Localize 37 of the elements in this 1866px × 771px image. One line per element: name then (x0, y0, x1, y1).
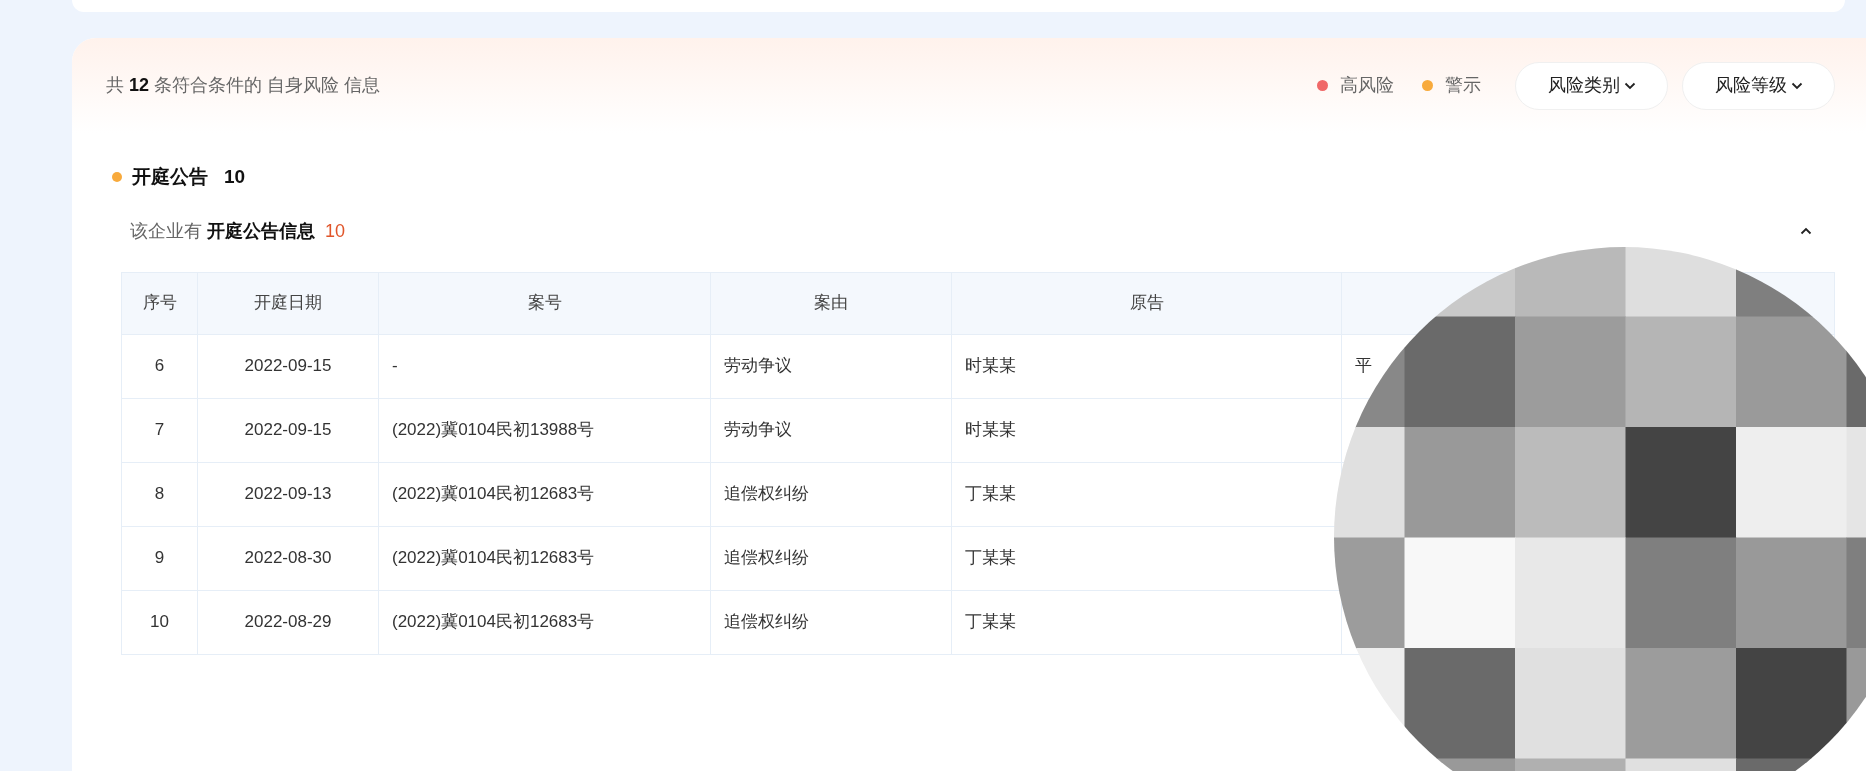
table-cell: (2022)冀0104民初12683号 (379, 590, 711, 654)
table-cell: (2022)冀0104民初12683号 (379, 462, 711, 526)
table-cell: 2022-09-15 (198, 398, 379, 462)
table-cell: (2022)冀0104民初12683号 (379, 526, 711, 590)
table-cell: 6 (122, 334, 198, 398)
table-cell: 时某某 (952, 398, 1342, 462)
column-header: 序号 (122, 272, 198, 334)
column-header: 开庭日期 (198, 272, 379, 334)
summary-text: 共 12 条符合条件的 自身风险 信息 (106, 74, 381, 97)
legend-label: 高风险 (1340, 74, 1394, 97)
table-cell: 时某某 (952, 334, 1342, 398)
table-cell: 追偿权纠纷 (711, 526, 952, 590)
table-cell: - (379, 334, 711, 398)
table-cell: 8 (122, 462, 198, 526)
table-cell: 劳动争议 (711, 398, 952, 462)
table-cell: 劳动争议 (711, 334, 952, 398)
column-header: 案号 (379, 272, 711, 334)
table-cell: 追偿权纠纷 (711, 462, 952, 526)
filter-dropdown[interactable]: 风险类别 (1515, 61, 1668, 110)
subtitle-text: 该企业有 开庭公告信息 (130, 219, 315, 243)
table-cell: 追偿权纠纷 (711, 590, 952, 654)
section-title: 开庭公告 (132, 165, 208, 189)
table-cell: 2022-09-13 (198, 462, 379, 526)
table-cell: 2022-09-15 (198, 334, 379, 398)
section-count: 10 (224, 165, 246, 189)
column-header: 案由 (711, 272, 952, 334)
table-cell: 7 (122, 398, 198, 462)
table-cell: 10 (122, 590, 198, 654)
column-header: 原告 (952, 272, 1342, 334)
subtitle-count: 10 (325, 219, 346, 243)
table-cell: (2022)冀0104民初13988号 (379, 398, 711, 462)
legend-label: 警示 (1445, 74, 1481, 97)
table-cell: 2022-08-30 (198, 526, 379, 590)
table-cell: 9 (122, 526, 198, 590)
table-cell-text: 平 (1354, 355, 1373, 378)
filter-dropdown[interactable]: 风险等级 (1682, 61, 1835, 110)
table-cell: 2022-08-29 (198, 590, 379, 654)
